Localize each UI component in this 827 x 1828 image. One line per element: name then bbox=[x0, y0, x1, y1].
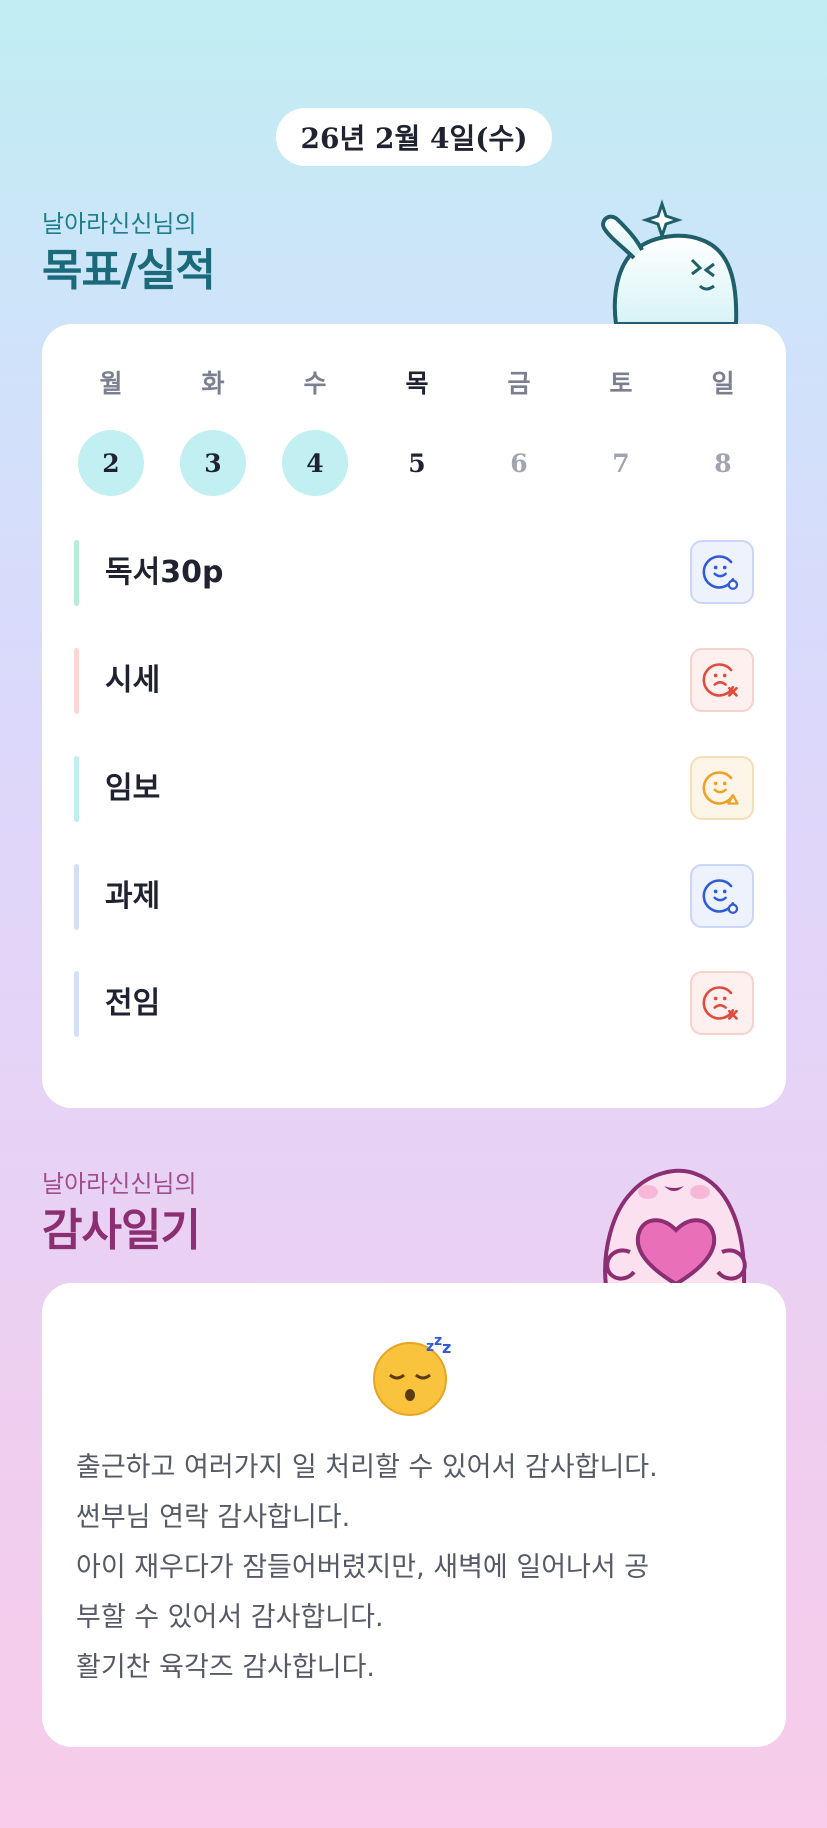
goal-row[interactable]: 전임 bbox=[74, 971, 754, 1037]
svg-text:z: z bbox=[434, 1333, 442, 1349]
success-icon[interactable] bbox=[690, 864, 754, 928]
day-number[interactable]: 7 bbox=[588, 430, 654, 496]
date-pill[interactable]: 26년 2월 4일(수) bbox=[276, 108, 552, 166]
sleeping-face-icon: z z z bbox=[373, 1333, 451, 1416]
svg-text:z: z bbox=[426, 1339, 434, 1355]
goal-color-bar bbox=[74, 648, 79, 714]
goal-label: 임보 bbox=[105, 771, 161, 806]
goal-color-bar bbox=[74, 540, 79, 606]
gratitude-line: 아이 재우다가 잠들어버렸지만, 새벽에 일어나서 공 bbox=[76, 1552, 650, 1583]
goal-color-bar bbox=[74, 864, 79, 930]
fail-icon[interactable] bbox=[690, 648, 754, 712]
goal-label: 독서30p bbox=[105, 555, 224, 590]
goal-color-bar bbox=[74, 971, 79, 1037]
goal-row[interactable]: 임보 bbox=[74, 756, 754, 822]
goal-color-bar bbox=[74, 756, 79, 822]
gratitude-card: z z z 출근하고 여러가지 일 처리할 수 있어서 감사합니다. 썬부님 연락… bbox=[42, 1283, 786, 1747]
day-number[interactable]: 6 bbox=[486, 430, 552, 496]
goals-card: 월 2 화 3 수 4 목 5 금 6 토 7 일 8 독서30p 시세임보과제전임 bbox=[42, 324, 786, 1108]
goal-row[interactable]: 과제 bbox=[74, 864, 754, 930]
gratitude-line: 출근하고 여러가지 일 처리할 수 있어서 감사합니다. bbox=[76, 1452, 658, 1483]
day-number[interactable]: 2 bbox=[78, 430, 144, 496]
day-number[interactable]: 4 bbox=[282, 430, 348, 496]
goal-row[interactable]: 독서30p bbox=[74, 540, 754, 606]
gratitude-line: 부할 수 있어서 감사합니다. bbox=[76, 1602, 384, 1633]
goal-label: 과제 bbox=[105, 879, 161, 914]
success-icon[interactable] bbox=[690, 540, 754, 604]
day-name: 수 bbox=[303, 369, 327, 398]
day-name: 토 bbox=[609, 369, 633, 398]
gratitude-line: 썬부님 연락 감사합니다. bbox=[76, 1502, 351, 1533]
svg-text:z: z bbox=[442, 1338, 451, 1357]
goal-label: 시세 bbox=[105, 663, 161, 698]
goal-row[interactable]: 시세 bbox=[74, 648, 754, 714]
goals-title: 목표/실적 bbox=[42, 245, 216, 296]
day-number[interactable]: 8 bbox=[690, 430, 756, 496]
goal-label: 전임 bbox=[105, 986, 161, 1021]
partial-icon[interactable] bbox=[690, 756, 754, 820]
gratitude-title: 감사일기 bbox=[42, 1205, 201, 1256]
day-number[interactable]: 3 bbox=[180, 430, 246, 496]
day-name: 금 bbox=[507, 369, 531, 398]
day-name: 화 bbox=[201, 369, 225, 398]
fail-icon[interactable] bbox=[690, 971, 754, 1035]
heart-mascot-icon bbox=[603, 1168, 747, 1286]
day-name: 일 bbox=[711, 369, 735, 398]
ghost-mascot-icon bbox=[601, 199, 739, 324]
day-number[interactable]: 5 bbox=[384, 430, 450, 496]
gratitude-line: 활기찬 육각즈 감사합니다. bbox=[76, 1652, 375, 1683]
date-text: 26년 2월 4일(수) bbox=[300, 122, 528, 155]
day-name: 월 bbox=[99, 369, 123, 398]
gratitude-text: 출근하고 여러가지 일 처리할 수 있어서 감사합니다. 썬부님 연락 감사합니다… bbox=[76, 1443, 766, 1693]
day-name: 목 bbox=[405, 369, 429, 398]
